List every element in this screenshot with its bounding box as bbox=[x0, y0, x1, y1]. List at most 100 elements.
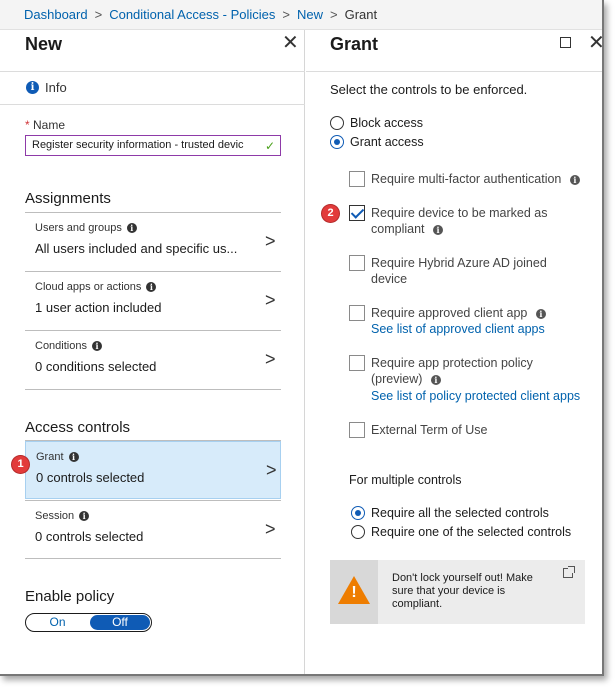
nav-item-grant[interactable]: Grant i 0 controls selected > bbox=[25, 441, 281, 499]
approved-apps-link[interactable]: See list of approved client apps bbox=[371, 322, 545, 336]
item-divider bbox=[25, 389, 281, 390]
portal-window: Dashboard > Conditional Access - Policies >… bbox=[0, 0, 604, 676]
chevron-right-icon: > bbox=[265, 519, 276, 539]
checkbox-label: Require device to be marked as compliant… bbox=[371, 205, 561, 237]
enable-policy-toggle[interactable]: On Off bbox=[25, 613, 152, 632]
nav-item-value: 0 controls selected bbox=[36, 470, 145, 485]
nav-item-value: 0 controls selected bbox=[35, 529, 144, 544]
checkbox-compliant-device[interactable]: Require device to be marked as compliant… bbox=[349, 205, 599, 239]
checkbox-app-protection[interactable]: Require app protection policy (preview) … bbox=[349, 355, 599, 407]
warning-banner: ! Don't lock yourself out! Make sure tha… bbox=[330, 560, 585, 624]
required-asterisk: * bbox=[25, 118, 34, 132]
mfa-label: Require multi-factor authentication bbox=[371, 172, 562, 186]
assignments-header: Assignments bbox=[25, 190, 111, 207]
nav-item-value: 0 conditions selected bbox=[35, 359, 157, 374]
warning-icon-box: ! bbox=[330, 560, 378, 624]
chevron-right-icon: > bbox=[94, 7, 103, 22]
checkbox-label: Require Hybrid Azure AD joined device bbox=[371, 256, 547, 286]
info-icon: i bbox=[68, 452, 79, 462]
radio-block-access[interactable]: Block access bbox=[330, 116, 423, 130]
radio-label: Block access bbox=[350, 116, 423, 130]
toggle-on[interactable]: On bbox=[26, 614, 89, 631]
radio-button[interactable] bbox=[330, 116, 344, 130]
info-icon: i bbox=[146, 282, 157, 292]
radio-label: Require all the selected controls bbox=[371, 506, 549, 520]
checkbox-label: Require app protection policy (preview) … bbox=[371, 355, 551, 387]
app-protection-label: Require app protection policy (preview) bbox=[371, 356, 533, 386]
toggle-off[interactable]: Off bbox=[90, 615, 150, 630]
close-icon[interactable]: ✕ bbox=[282, 33, 299, 53]
checkbox-hybrid-joined[interactable]: Require Hybrid Azure AD joined device bbox=[349, 255, 599, 289]
info-icon: i bbox=[569, 175, 580, 185]
info-label: Info bbox=[45, 80, 67, 95]
info-icon: i bbox=[430, 375, 441, 385]
nav-item-cloud-apps[interactable]: Cloud apps or actions i 1 user action inc… bbox=[25, 272, 281, 330]
header-divider bbox=[306, 71, 602, 72]
grant-label: Grant bbox=[36, 451, 64, 463]
radio-label: Grant access bbox=[350, 135, 424, 149]
step-badge-1: 1 bbox=[12, 456, 29, 473]
checkmark-icon: ✓ bbox=[265, 139, 276, 153]
nav-item-users-and-groups[interactable]: Users and groups i All users included and… bbox=[25, 213, 281, 271]
item-divider bbox=[25, 558, 281, 559]
radio-label: Require one of the selected controls bbox=[371, 525, 572, 539]
radio-require-one[interactable]: Require one of the selected controls bbox=[351, 525, 571, 539]
radio-grant-access[interactable]: Grant access bbox=[330, 135, 424, 149]
checkbox-label: Require approved client app i bbox=[371, 305, 601, 321]
name-label-text: Name bbox=[33, 118, 66, 132]
breadcrumb-new[interactable]: New bbox=[297, 7, 323, 22]
checkbox[interactable] bbox=[349, 205, 365, 221]
info-icon: i bbox=[126, 223, 137, 233]
users-groups-label: Users and groups bbox=[35, 222, 122, 234]
chevron-right-icon: > bbox=[265, 290, 276, 310]
name-input[interactable]: Register security information - trusted … bbox=[25, 135, 281, 156]
name-label: * Name bbox=[25, 118, 65, 132]
nav-item-label: Grant i bbox=[36, 451, 79, 463]
breadcrumb: Dashboard > Conditional Access - Policies >… bbox=[0, 0, 602, 30]
multiple-controls-header: For multiple controls bbox=[349, 473, 462, 487]
nav-item-label: Conditions i bbox=[35, 340, 102, 352]
enable-policy-header: Enable policy bbox=[25, 588, 115, 605]
chevron-right-icon: > bbox=[266, 460, 277, 480]
checkbox[interactable] bbox=[349, 355, 365, 371]
nav-item-conditions[interactable]: Conditions i 0 conditions selected > bbox=[25, 331, 281, 389]
protected-apps-link[interactable]: See list of policy protected client apps bbox=[371, 389, 580, 403]
access-controls-header: Access controls bbox=[25, 419, 131, 436]
radio-require-all[interactable]: Require all the selected controls bbox=[351, 506, 549, 520]
compliant-label: Require device to be marked as compliant bbox=[371, 206, 548, 236]
approved-app-label: Require approved client app bbox=[371, 306, 528, 320]
checkbox[interactable] bbox=[349, 422, 365, 438]
blade-title: Grant bbox=[330, 34, 379, 54]
breadcrumb-dashboard[interactable]: Dashboard bbox=[24, 7, 88, 22]
maximize-icon[interactable] bbox=[560, 37, 571, 48]
nav-item-value: All users included and specific us... bbox=[35, 241, 238, 256]
info-icon: i bbox=[432, 225, 443, 235]
breadcrumb-current: Grant bbox=[344, 7, 378, 22]
cloud-apps-label: Cloud apps or actions bbox=[35, 281, 142, 293]
checkbox[interactable] bbox=[349, 305, 365, 321]
checkbox-external-terms[interactable]: External Term of Use bbox=[349, 422, 599, 442]
close-icon[interactable]: ✕ bbox=[588, 33, 602, 53]
nav-item-label: Cloud apps or actions i bbox=[35, 281, 157, 293]
checkbox[interactable] bbox=[349, 171, 365, 187]
chevron-right-icon: > bbox=[330, 7, 338, 22]
info-icon: i bbox=[79, 511, 90, 521]
checkbox[interactable] bbox=[349, 255, 365, 271]
conditions-label: Conditions bbox=[35, 340, 87, 352]
info-link[interactable]: i Info bbox=[26, 80, 67, 95]
checkbox-label: Require multi-factor authentication i bbox=[371, 171, 601, 187]
info-icon: i bbox=[26, 81, 39, 94]
nav-item-label: Session i bbox=[35, 510, 90, 522]
intro-text: Select the controls to be enforced. bbox=[330, 82, 528, 97]
radio-button[interactable] bbox=[351, 506, 365, 520]
radio-button[interactable] bbox=[330, 135, 344, 149]
session-label: Session bbox=[35, 510, 75, 522]
grant-blade: Grant ✕ Select the controls to be enforc… bbox=[306, 30, 602, 674]
radio-button[interactable] bbox=[351, 525, 365, 539]
info-icon: i bbox=[535, 309, 546, 319]
breadcrumb-policies[interactable]: Conditional Access - Policies bbox=[109, 7, 275, 22]
external-link-icon[interactable] bbox=[563, 566, 575, 578]
checkbox-mfa[interactable]: Require multi-factor authentication i bbox=[349, 171, 599, 191]
checkbox-approved-client-app[interactable]: Require approved client app i See list o… bbox=[349, 305, 599, 341]
nav-item-session[interactable]: Session i 0 controls selected > bbox=[25, 501, 281, 559]
